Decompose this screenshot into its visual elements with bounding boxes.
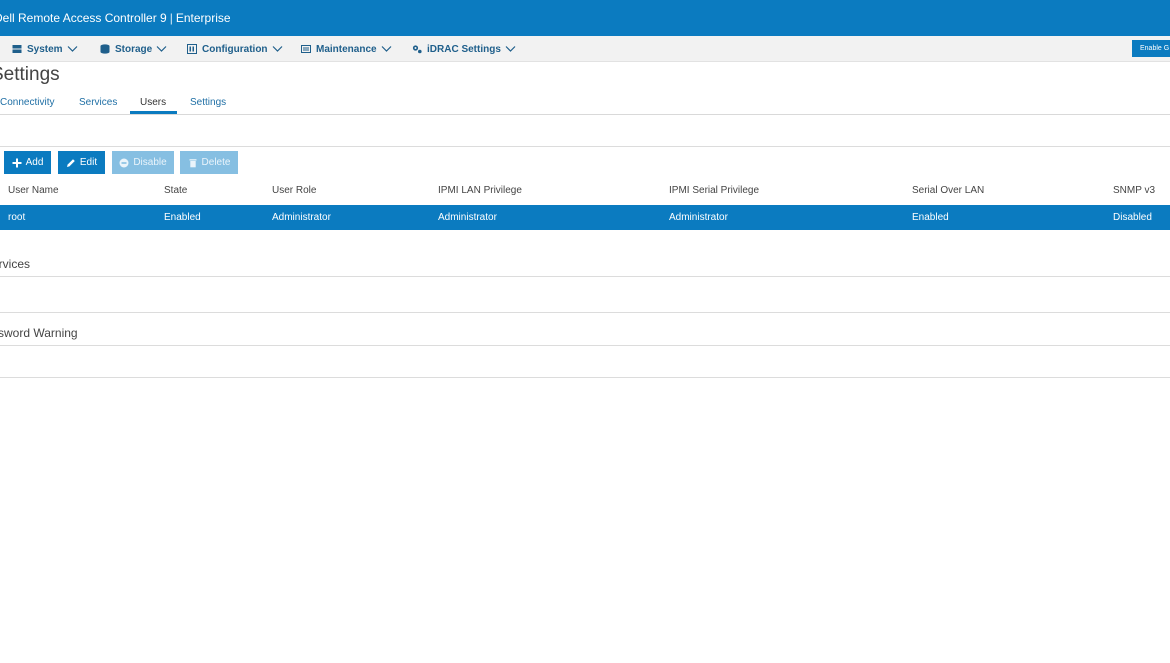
divider (0, 312, 1170, 313)
divider (0, 276, 1170, 277)
chevron-down-icon (505, 46, 516, 52)
cell-user-name: root (8, 212, 26, 223)
column-header-serial-over-lan[interactable]: Serial Over LAN (912, 185, 984, 196)
chevron-down-icon (381, 46, 392, 52)
divider (0, 345, 1170, 346)
cell-ipmi-lan: Administrator (438, 212, 497, 223)
nav-system-label: System (27, 43, 63, 55)
edit-user-button[interactable]: Edit (58, 151, 105, 174)
gears-icon (412, 45, 422, 54)
edit-button-label: Edit (79, 157, 98, 168)
disable-button-label: Disable (133, 157, 167, 168)
nav-storage-label: Storage (115, 43, 153, 55)
nav-idrac-settings-label: iDRAC Settings (427, 43, 501, 55)
brand-separator: | (169, 11, 173, 25)
enable-button[interactable]: Enable G (1132, 40, 1170, 57)
chevron-down-icon (67, 46, 78, 52)
nav-maintenance[interactable]: Maintenance (301, 42, 392, 56)
page-title: Settings (0, 64, 60, 85)
pencil-icon (66, 158, 75, 167)
nav-idrac-settings[interactable]: iDRAC Settings (412, 42, 516, 56)
nav-configuration[interactable]: Configuration (187, 42, 283, 56)
column-header-snmp-v3[interactable]: SNMP v3 (1113, 185, 1155, 196)
tab-users[interactable]: Users (140, 97, 166, 108)
add-user-button[interactable]: Add (4, 151, 51, 174)
column-header-ipmi-lan[interactable]: IPMI LAN Privilege (438, 185, 522, 196)
configuration-icon (187, 44, 197, 54)
server-icon (12, 45, 22, 53)
tab-bar: Connectivity Services Users Settings (0, 94, 1170, 115)
cell-state: Enabled (164, 212, 201, 223)
maintenance-icon (301, 45, 311, 53)
section-password-warning[interactable]: ssword Warning (0, 326, 78, 340)
cell-ipmi-serial: Administrator (669, 212, 728, 223)
product-name: Dell Remote Access Controller 9 (0, 11, 167, 25)
active-tab-indicator (130, 111, 177, 114)
column-header-state[interactable]: State (164, 185, 187, 196)
table-row[interactable]: root Enabled Administrator Administrator… (0, 205, 1170, 230)
tab-services[interactable]: Services (79, 97, 117, 108)
chevron-down-icon (272, 46, 282, 52)
chevron-down-icon (156, 46, 167, 52)
add-button-label: Add (25, 157, 44, 168)
disable-user-button[interactable]: Disable (112, 151, 174, 174)
trash-icon (189, 158, 197, 167)
cell-serial-over-lan: Enabled (912, 212, 949, 223)
divider (0, 146, 1170, 147)
divider (0, 377, 1170, 378)
column-header-user-name[interactable]: User Name (8, 185, 59, 196)
column-header-ipmi-serial[interactable]: IPMI Serial Privilege (669, 185, 759, 196)
cell-snmp-v3: Disabled (1113, 212, 1152, 223)
title-bar: Dell Remote Access Controller 9 | Enterpri… (0, 0, 1170, 36)
nav-system[interactable]: System (12, 42, 78, 56)
delete-user-button[interactable]: Delete (180, 151, 238, 174)
tab-settings[interactable]: Settings (190, 97, 226, 108)
database-icon (100, 44, 110, 54)
nav-storage[interactable]: Storage (100, 42, 167, 56)
main-nav: System Storage Configuration Maintenance… (0, 36, 1170, 62)
minus-circle-icon (119, 158, 129, 167)
delete-button-label: Delete (201, 157, 231, 168)
section-services[interactable]: ervices (0, 257, 30, 271)
tab-connectivity[interactable]: Connectivity (0, 97, 54, 108)
plus-icon (12, 158, 22, 167)
edition-name: Enterprise (175, 11, 231, 25)
column-header-user-role[interactable]: User Role (272, 185, 316, 196)
nav-configuration-label: Configuration (202, 43, 268, 55)
brand: Dell Remote Access Controller 9 | Enterpri… (0, 11, 231, 25)
nav-maintenance-label: Maintenance (316, 43, 377, 55)
cell-user-role: Administrator (272, 212, 331, 223)
